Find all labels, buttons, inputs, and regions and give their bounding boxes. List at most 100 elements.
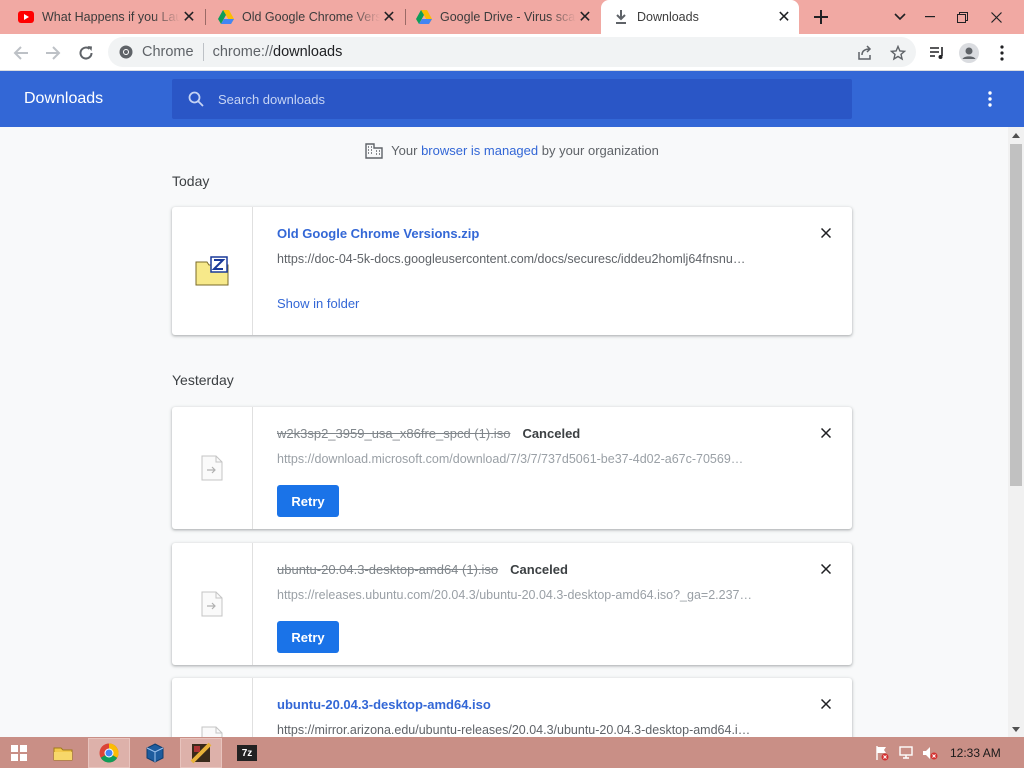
tab-close-icon[interactable]: ✕ bbox=[576, 8, 594, 26]
omnibox-divider bbox=[202, 43, 204, 61]
minimize-icon bbox=[925, 16, 935, 18]
download-file-name[interactable]: w2k3sp2_3959_usa_x86fre_spcd (1).iso Canc… bbox=[277, 426, 580, 441]
file-icon-column bbox=[172, 543, 253, 665]
chrome-menu-button[interactable] bbox=[989, 40, 1015, 66]
tab-search-button[interactable] bbox=[884, 0, 916, 34]
windows-taskbar: 7z 12:33 AM bbox=[0, 737, 1024, 768]
more-vert-icon bbox=[988, 91, 992, 107]
restore-button[interactable] bbox=[946, 0, 978, 34]
managed-notice: Your browser is managed by your organiza… bbox=[0, 141, 1008, 159]
site-name-chip: Chrome bbox=[142, 44, 194, 60]
tab-google-drive[interactable]: Google Drive - Virus scan ✕ bbox=[404, 0, 600, 34]
bookmark-button[interactable] bbox=[885, 40, 911, 66]
share-button[interactable] bbox=[852, 40, 878, 66]
remove-download-button[interactable] bbox=[818, 225, 834, 241]
youtube-icon bbox=[18, 9, 34, 25]
address-bar[interactable]: Chrome chrome://downloads bbox=[108, 37, 916, 67]
profile-button[interactable] bbox=[956, 40, 982, 66]
close-icon bbox=[821, 564, 831, 574]
taskbar-file-explorer[interactable] bbox=[46, 738, 80, 768]
chrome-icon bbox=[118, 44, 134, 60]
tab-title: What Happens if you Launch bbox=[42, 10, 180, 24]
new-tab-button[interactable] bbox=[808, 5, 834, 29]
file-icon-column bbox=[172, 407, 253, 529]
download-icon bbox=[613, 9, 629, 25]
winrar-icon bbox=[190, 742, 212, 764]
tab-close-icon[interactable]: ✕ bbox=[775, 8, 793, 26]
arrow-left-icon bbox=[13, 46, 28, 60]
taskbar-virtualbox[interactable] bbox=[138, 738, 172, 768]
download-file-name[interactable]: ubuntu-20.04.3-desktop-amd64 (1).iso Canc… bbox=[277, 562, 568, 577]
url-host: downloads bbox=[273, 44, 343, 60]
google-drive-icon bbox=[218, 9, 234, 25]
restore-icon bbox=[956, 11, 968, 23]
minimize-button[interactable] bbox=[914, 0, 946, 34]
download-item: w2k3sp2_3959_usa_x86fre_spcd (1).iso Canc… bbox=[172, 407, 852, 529]
generic-file-icon bbox=[201, 591, 223, 617]
scrollbar-thumb[interactable] bbox=[1010, 144, 1022, 486]
search-downloads-field[interactable]: Search downloads bbox=[172, 79, 852, 119]
close-window-button[interactable] bbox=[980, 0, 1012, 34]
retry-button[interactable]: Retry bbox=[277, 485, 339, 517]
forward-button[interactable] bbox=[40, 40, 66, 66]
download-source-url[interactable]: https://mirror.arizona.edu/ubuntu-releas… bbox=[277, 723, 775, 737]
arrow-right-icon bbox=[46, 46, 61, 60]
date-header-yesterday: Yesterday bbox=[172, 372, 234, 388]
tray-volume-muted-icon[interactable] bbox=[920, 738, 940, 768]
browser-managed-link[interactable]: browser is managed bbox=[421, 143, 538, 158]
file-explorer-icon bbox=[53, 747, 73, 761]
retry-button[interactable]: Retry bbox=[277, 621, 339, 653]
download-file-name[interactable]: ubuntu-20.04.3-desktop-amd64.iso bbox=[277, 697, 491, 712]
download-item: ubuntu-20.04.3-desktop-amd64 (1).iso Canc… bbox=[172, 543, 852, 665]
download-source-url[interactable]: https://download.microsoft.com/download/… bbox=[277, 452, 775, 466]
canceled-file-name[interactable]: w2k3sp2_3959_usa_x86fre_spcd (1).iso bbox=[277, 426, 510, 441]
generic-file-icon bbox=[201, 726, 223, 737]
media-control-icon bbox=[930, 47, 943, 59]
download-source-url[interactable]: https://releases.ubuntu.com/20.04.3/ubun… bbox=[277, 588, 775, 602]
tray-network-icon[interactable] bbox=[896, 738, 916, 768]
taskbar-chrome[interactable] bbox=[88, 738, 130, 768]
zip-file-icon bbox=[195, 256, 229, 286]
canceled-file-name[interactable]: ubuntu-20.04.3-desktop-amd64 (1).iso bbox=[277, 562, 498, 577]
taskbar-clock[interactable]: 12:33 AM bbox=[950, 746, 1001, 760]
download-file-name[interactable]: Old Google Chrome Versions.zip bbox=[277, 226, 479, 241]
download-source-url[interactable]: https://doc-04-5k-docs.googleusercontent… bbox=[277, 252, 775, 266]
download-status: Canceled bbox=[522, 426, 581, 441]
managed-notice-prefix: Your bbox=[391, 142, 422, 158]
scroll-up-arrow-icon[interactable] bbox=[1008, 127, 1024, 143]
close-icon bbox=[821, 228, 831, 238]
tab-downloads[interactable]: Downloads ✕ bbox=[601, 0, 799, 34]
tab-old-chrome-versions[interactable]: Old Google Chrome Versions ✕ bbox=[206, 0, 404, 34]
start-button[interactable] bbox=[4, 738, 34, 768]
tray-flag-icon[interactable] bbox=[872, 738, 892, 768]
remove-download-button[interactable] bbox=[818, 696, 834, 712]
remove-download-button[interactable] bbox=[818, 425, 834, 441]
share-icon bbox=[858, 45, 872, 60]
downloads-more-actions-button[interactable] bbox=[978, 87, 1002, 111]
chevron-down-icon bbox=[894, 13, 906, 21]
virtualbox-icon bbox=[146, 743, 164, 763]
tab-close-icon[interactable]: ✕ bbox=[180, 8, 198, 26]
reload-icon bbox=[79, 46, 93, 60]
tab-close-icon[interactable]: ✕ bbox=[380, 8, 398, 26]
tab-title: Downloads bbox=[637, 10, 699, 24]
tab-strip: What Happens if you Launch ✕ Old Google … bbox=[0, 0, 1024, 34]
taskbar-7zip[interactable]: 7z bbox=[226, 738, 268, 768]
remove-download-button[interactable] bbox=[818, 561, 834, 577]
file-icon-column bbox=[172, 207, 253, 335]
close-icon bbox=[821, 699, 831, 709]
more-vert-icon bbox=[1000, 45, 1004, 61]
taskbar-winrar[interactable] bbox=[180, 738, 222, 768]
back-button[interactable] bbox=[8, 40, 34, 66]
star-icon bbox=[890, 45, 906, 61]
tab-youtube[interactable]: What Happens if you Launch ✕ bbox=[6, 0, 204, 34]
reload-button[interactable] bbox=[73, 40, 99, 66]
tab-title: Old Google Chrome Versions bbox=[242, 10, 380, 24]
downloads-list: Your browser is managed by your organiza… bbox=[0, 127, 1008, 737]
tab-title: Google Drive - Virus scan bbox=[440, 10, 576, 24]
7zip-icon: 7z bbox=[237, 745, 257, 761]
scroll-down-arrow-icon[interactable] bbox=[1008, 721, 1024, 737]
page-scrollbar[interactable] bbox=[1008, 127, 1024, 737]
show-in-folder-link[interactable]: Show in folder bbox=[277, 296, 359, 311]
reading-list-button[interactable] bbox=[924, 40, 950, 66]
